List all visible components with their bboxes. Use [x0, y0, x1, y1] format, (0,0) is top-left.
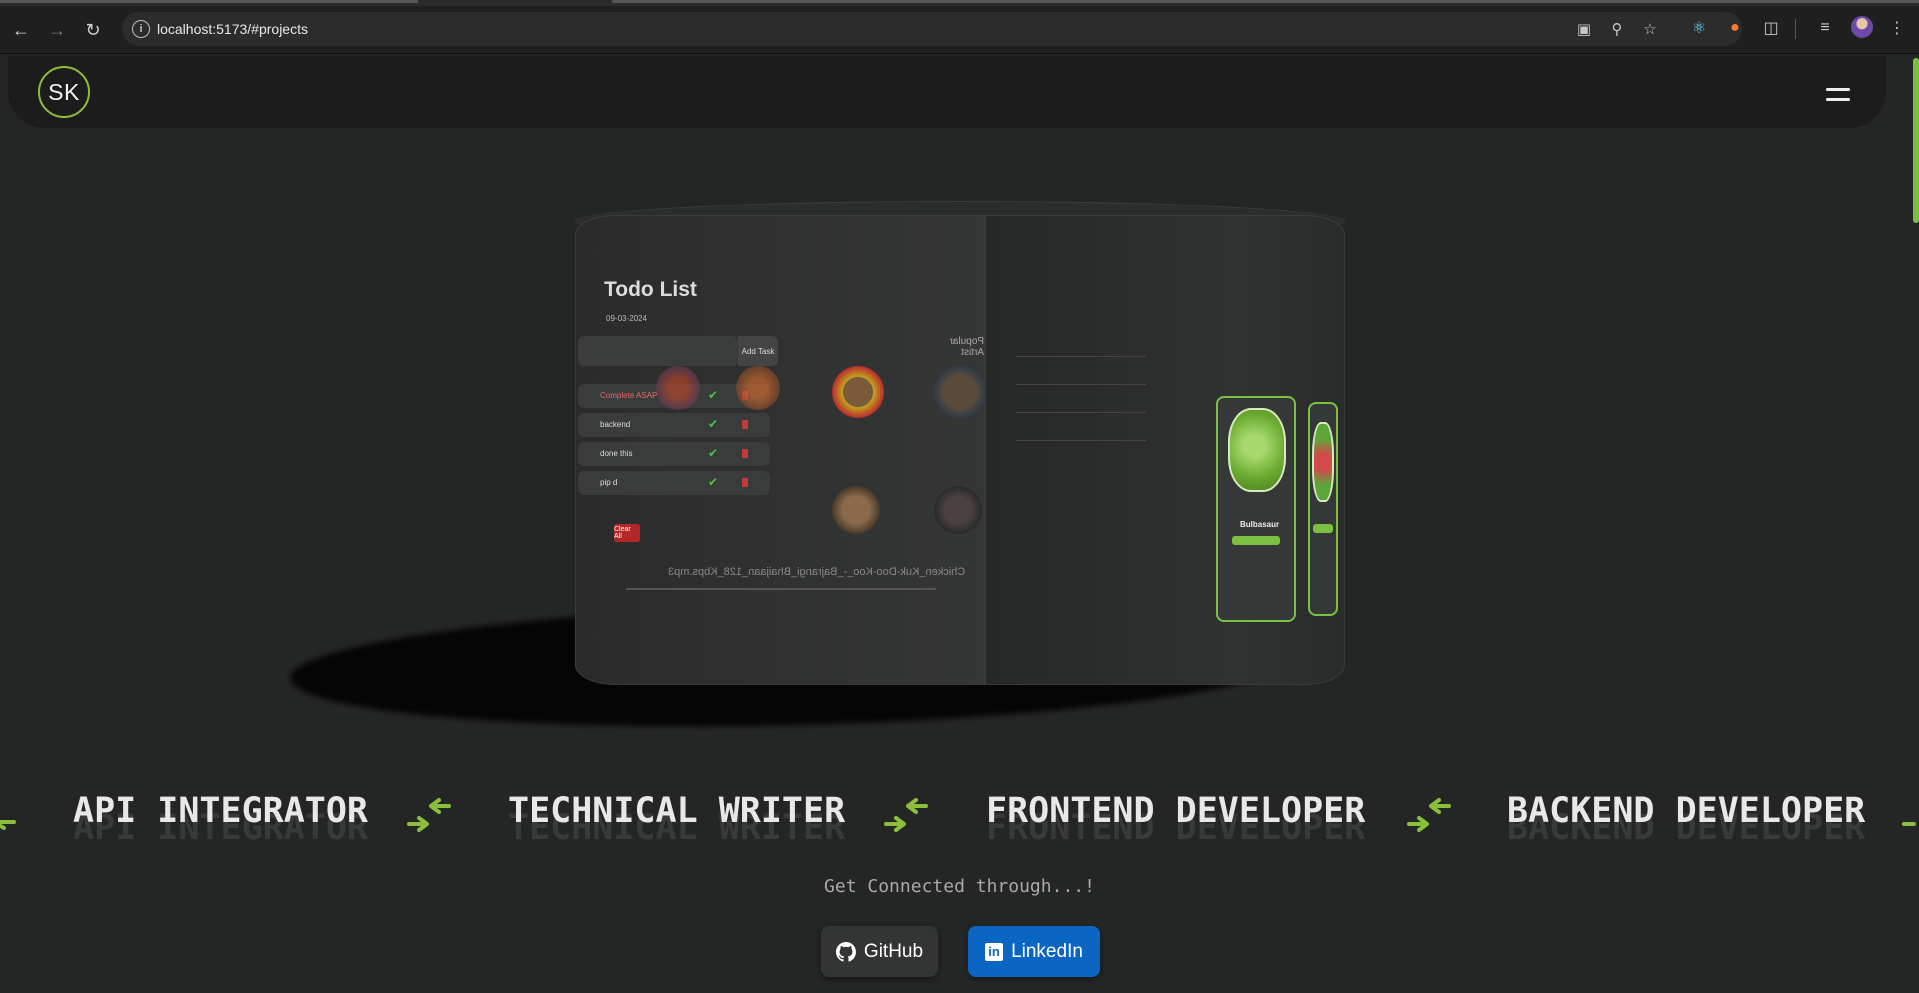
profile-avatar[interactable] [1851, 16, 1873, 38]
more-menu-icon[interactable]: ⋮ [1886, 17, 1908, 39]
player-progress [626, 588, 936, 590]
pokemon-image [1312, 422, 1334, 502]
toolbar-divider [1795, 19, 1796, 39]
artist-avatar [934, 486, 982, 534]
extensions-puzzle-icon[interactable]: ◫ [1760, 17, 1782, 39]
pokemon-details-button [1313, 524, 1333, 533]
reload-icon[interactable]: ↻ [79, 16, 107, 44]
todo-clear-button: Clear All [614, 524, 640, 542]
arrows-separator-icon [1902, 822, 1916, 826]
artist-avatar [832, 366, 884, 418]
project-panel-todo[interactable]: Todo List 09-03-2024 Add Task Complete A… [575, 215, 985, 685]
zoom-icon[interactable]: ⚲ [1607, 19, 1627, 39]
artist-avatar [832, 486, 880, 534]
linkedin-icon: in [985, 942, 1004, 961]
role-item: BACKEND DEVELOPER [1507, 791, 1866, 831]
list-divider [1016, 356, 1146, 357]
todo-item: done this ✔ [578, 442, 770, 466]
site-header: SK [8, 56, 1886, 128]
github-icon [835, 941, 856, 962]
todo-date: 09-03-2024 [606, 314, 647, 323]
address-bar[interactable]: i localhost:5173/#projects ▣ ⚲ ☆ [122, 12, 1742, 46]
pokemon-image [1228, 408, 1286, 492]
todo-item: backend ✔ [578, 413, 770, 437]
project-panel-pokemon[interactable]: Bulbasaur [985, 215, 1345, 685]
address-url[interactable]: localhost:5173/#projects [157, 21, 308, 37]
github-label: GitHub [863, 940, 924, 962]
linkedin-button[interactable]: in LinkedIn [968, 926, 1100, 977]
artists-title: Popular Artist [949, 336, 984, 358]
tab-indicator [0, 0, 418, 3]
todo-item: pip d ✔ [578, 471, 770, 495]
list-divider [1016, 384, 1146, 385]
back-icon[interactable]: ← [7, 16, 35, 44]
linkedin-label: LinkedIn [1011, 940, 1083, 962]
pokemon-card[interactable]: Bulbasaur [1216, 396, 1296, 622]
roles-marquee: API INTEGRATOR API INTEGRATOR TECHNICAL … [0, 782, 1919, 852]
tab-search-icon[interactable]: ≡ [1814, 17, 1836, 39]
todo-input [578, 336, 738, 366]
todo-title: Todo List [604, 278, 697, 301]
pokemon-card[interactable] [1308, 402, 1338, 616]
artist-avatar [934, 366, 984, 418]
arrows-separator-icon [884, 798, 928, 832]
artist-avatar [656, 366, 700, 410]
arrows-separator-icon [0, 820, 16, 830]
arrows-separator-icon [1407, 798, 1451, 832]
hamburger-icon[interactable] [1826, 88, 1850, 102]
connect-heading: Get Connected through...! [824, 876, 1095, 897]
arrows-separator-icon [407, 798, 451, 832]
list-divider [1016, 440, 1146, 441]
projects-carousel[interactable]: Todo List 09-03-2024 Add Task Complete A… [0, 130, 1919, 739]
list-divider [1016, 412, 1146, 413]
artist-avatar [736, 366, 780, 410]
pokemon-name: Bulbasaur [1240, 520, 1280, 529]
bookmark-star-icon[interactable]: ☆ [1640, 19, 1660, 39]
role-item: API INTEGRATOR [73, 791, 369, 831]
forward-icon[interactable]: → [43, 16, 71, 44]
now-playing-track: Chicken_Kuk-Doo-Koo_-_Bajrangi_Bhaijaan_… [668, 566, 966, 578]
todo-add-button: Add Task [738, 336, 778, 366]
carousel-cylinder: Todo List 09-03-2024 Add Task Complete A… [575, 201, 1345, 685]
site-info-icon[interactable]: i [132, 20, 150, 38]
role-item: FRONTEND DEVELOPER [986, 791, 1366, 831]
pokemon-details-button [1232, 536, 1280, 545]
role-item: TECHNICAL WRITER [508, 791, 846, 831]
extension-fox-icon[interactable]: ● [1724, 17, 1746, 39]
logo[interactable]: SK [38, 66, 90, 118]
github-button[interactable]: GitHub [821, 926, 938, 977]
tab-indicator [612, 0, 1919, 3]
browser-toolbar: ← → ↻ i localhost:5173/#projects ▣ ⚲ ☆ ⚛… [0, 6, 1919, 54]
translate-icon[interactable]: ▣ [1574, 19, 1594, 39]
react-devtools-icon[interactable]: ⚛ [1688, 17, 1710, 39]
